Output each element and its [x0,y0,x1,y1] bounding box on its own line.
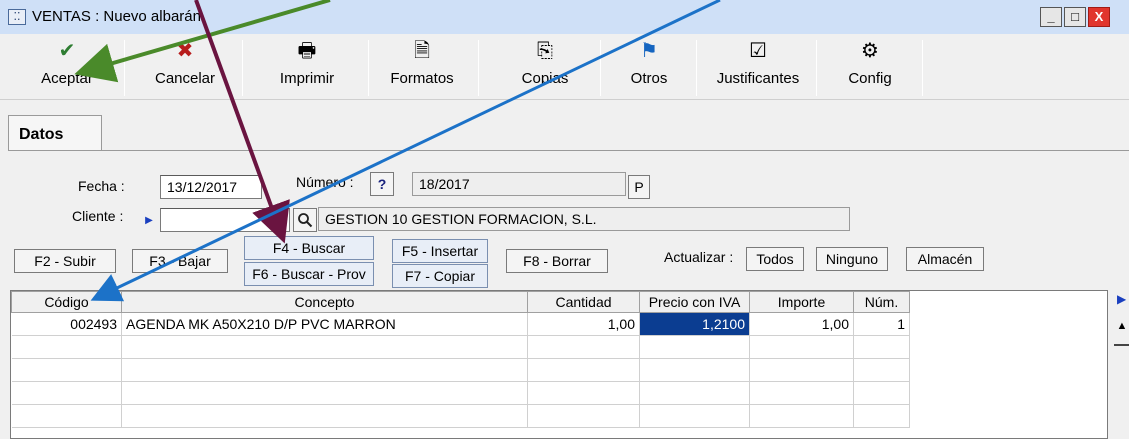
green-arrow [74,0,331,83]
blue-arrow [90,0,721,302]
maroon-arrow [194,0,290,244]
annotation-arrows [74,0,721,302]
